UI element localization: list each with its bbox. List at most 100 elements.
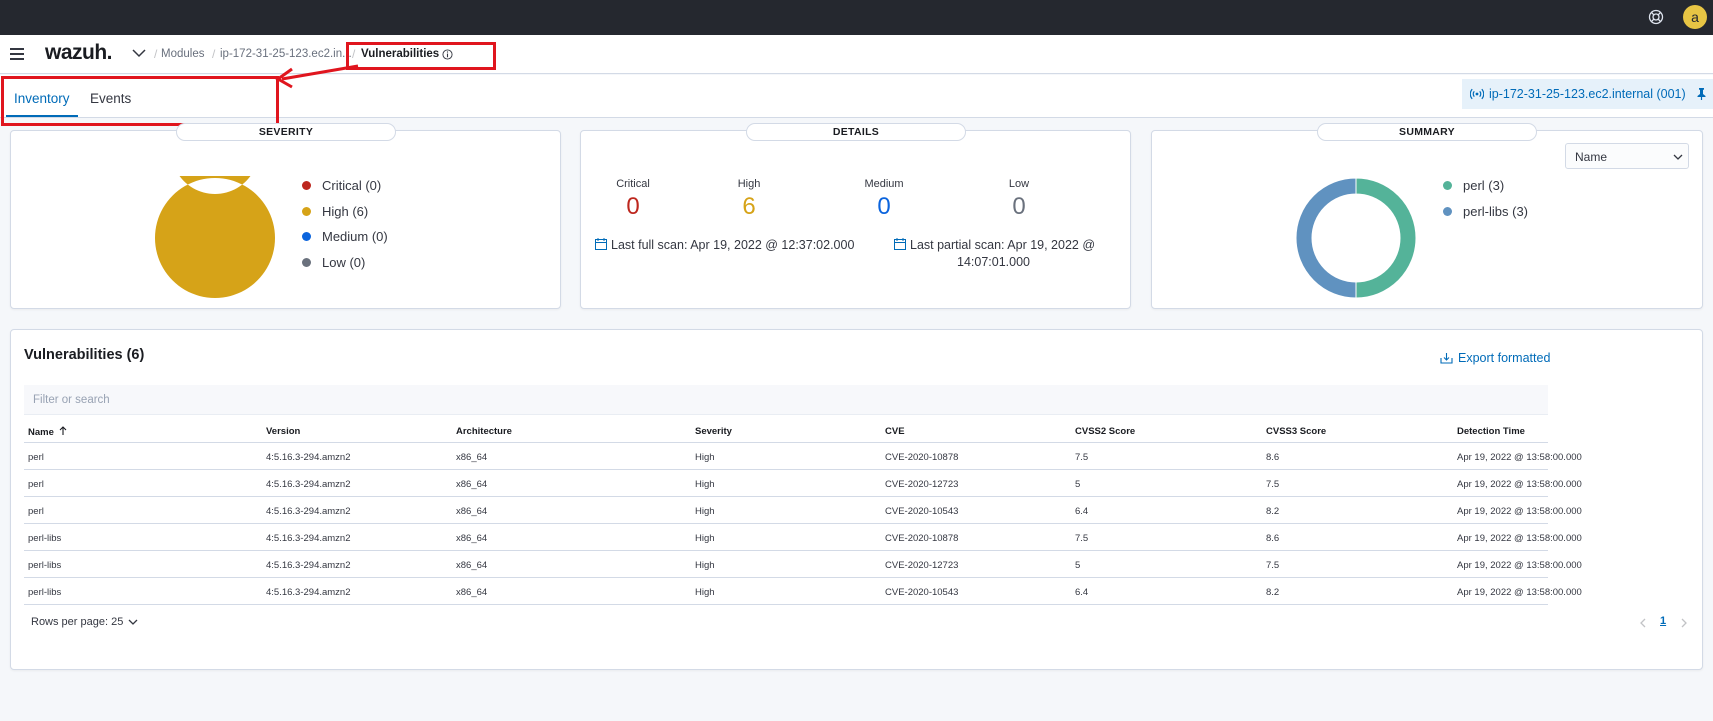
app-header: wazuh. / Modules / ip-172-31-25-123.ec2.… <box>0 35 1713 74</box>
cell-cvss2-score: 7.5 <box>1075 452 1089 463</box>
cell-cve: CVE-2020-12723 <box>885 479 959 490</box>
cell-cvss2-score: 5 <box>1075 560 1081 571</box>
last-partial-scan-time: 14:07:01.000 <box>957 255 1030 269</box>
search-placeholder: Filter or search <box>33 394 110 406</box>
column-header-version[interactable]: Version <box>266 426 300 437</box>
cell-cve: CVE-2020-10878 <box>885 533 959 544</box>
summary-donut-chart <box>1295 177 1417 299</box>
user-avatar[interactable]: a <box>1683 5 1707 29</box>
column-header-cvss2-score[interactable]: CVSS2 Score <box>1075 426 1135 437</box>
details-low-value: 0 <box>1012 193 1026 220</box>
table-row[interactable]: perl 4:5.16.3-294.amzn2 x86_64 High CVE-2020… <box>24 470 1582 497</box>
cell-version: 4:5.16.3-294.amzn2 <box>266 533 351 544</box>
severity-slice-high[interactable] <box>155 176 275 298</box>
last-partial-scan: Last partial scan: Apr 19, 2022 @ <box>894 238 1095 252</box>
column-header-cvss3-score[interactable]: CVSS3 Score <box>1266 426 1326 437</box>
severity-panel: SEVERITY Critical (0) High (6) Medium (0) L… <box>10 123 561 309</box>
cell-cve: CVE-2020-10543 <box>885 587 959 598</box>
severity-legend-item[interactable]: Critical (0) <box>302 178 381 193</box>
table-row[interactable]: perl 4:5.16.3-294.amzn2 x86_64 High CVE-2020… <box>24 443 1582 470</box>
pin-icon[interactable] <box>1696 88 1707 100</box>
summary-legend-label: perl-libs (3) <box>1463 203 1529 219</box>
chevron-down-icon[interactable] <box>132 48 146 58</box>
cell-architecture: x86_64 <box>456 506 488 517</box>
page-number-current[interactable]: 1 <box>1660 615 1666 627</box>
cell-cve: CVE-2020-10543 <box>885 506 959 517</box>
next-page-icon[interactable] <box>1680 618 1688 628</box>
cell-severity: High <box>695 506 715 517</box>
summary-select-value: Name <box>1575 150 1608 164</box>
details-critical-label: Critical <box>616 178 650 190</box>
column-header-label: Detection Time <box>1457 426 1525 437</box>
summary-slice-perl[interactable] <box>1355 177 1417 299</box>
highlight-box-vulnerabilities <box>346 42 496 70</box>
cell-architecture: x86_64 <box>456 560 488 571</box>
cell-severity: High <box>695 587 715 598</box>
table-row[interactable]: perl-libs 4:5.16.3-294.amzn2 x86_64 High CVE… <box>24 551 1582 578</box>
vulnerabilities-title: Vulnerabilities (6) <box>24 347 145 363</box>
summary-slice-perl-libs[interactable] <box>1295 177 1357 299</box>
help-icon[interactable] <box>1648 9 1664 25</box>
last-full-scan-text: Last full scan: Apr 19, 2022 @ 12:37:02.… <box>611 238 855 252</box>
export-formatted-button[interactable]: Export formatted <box>1440 351 1550 365</box>
search-input[interactable]: Filter or search <box>24 385 1548 415</box>
severity-legend-item[interactable]: Low (0) <box>302 255 365 270</box>
cell-architecture: x86_64 <box>456 587 488 598</box>
details-medium-label: Medium <box>864 178 904 190</box>
column-header-architecture[interactable]: Architecture <box>456 426 512 437</box>
cell-name: perl <box>28 452 44 463</box>
severity-legend-item[interactable]: High (6) <box>302 204 368 219</box>
last-full-scan: Last full scan: Apr 19, 2022 @ 12:37:02.… <box>595 238 854 252</box>
agent-badge[interactable]: ip-172-31-25-123.ec2.internal (001) <box>1462 79 1713 109</box>
cell-cve: CVE-2020-10878 <box>885 452 959 463</box>
breadcrumb-modules[interactable]: Modules <box>161 48 204 60</box>
summary-legend-label: perl (3) <box>1463 178 1505 193</box>
details-medium-value: 0 <box>877 193 891 220</box>
summary-legend-dot <box>1443 206 1452 216</box>
summary-legend-dot <box>1443 181 1452 190</box>
table-row[interactable]: perl-libs 4:5.16.3-294.amzn2 x86_64 High CVE… <box>24 578 1582 605</box>
severity-legend-item[interactable]: Medium (0) <box>302 229 388 244</box>
column-header-label: Name <box>28 427 54 438</box>
breadcrumb-agent[interactable]: ip-172-31-25-123.ec2.in... <box>220 48 352 60</box>
download-icon <box>1440 353 1453 364</box>
column-header-severity[interactable]: Severity <box>695 426 732 437</box>
cell-name: perl-libs <box>28 560 62 571</box>
severity-legend-label: High (6) <box>322 203 369 219</box>
previous-page-icon[interactable] <box>1639 618 1647 628</box>
severity-legend-dot <box>302 181 311 190</box>
cell-version: 4:5.16.3-294.amzn2 <box>266 587 351 598</box>
cell-detection-time: Apr 19, 2022 @ 13:58:00.000 <box>1457 479 1582 490</box>
rows-per-page-button[interactable]: Rows per page: 25 <box>31 616 138 628</box>
agent-label: ip-172-31-25-123.ec2.internal (001) <box>1489 87 1686 101</box>
cell-detection-time: Apr 19, 2022 @ 13:58:00.000 <box>1457 587 1582 598</box>
cell-detection-time: Apr 19, 2022 @ 13:58:00.000 <box>1457 506 1582 517</box>
menu-icon[interactable] <box>10 48 24 60</box>
annotation-arrow <box>275 64 359 89</box>
cell-cvss3-score: 8.2 <box>1266 587 1280 598</box>
cell-detection-time: Apr 19, 2022 @ 13:58:00.000 <box>1457 560 1582 571</box>
wazuh-logo[interactable]: wazuh. <box>45 41 113 65</box>
cell-name: perl-libs <box>28 533 62 544</box>
agent-signal-icon <box>1470 88 1484 100</box>
rows-per-page-label: Rows per page: 25 <box>31 616 124 628</box>
cell-name: perl <box>28 479 44 490</box>
column-header-label: CVE <box>885 426 905 437</box>
column-header-detection-time[interactable]: Detection Time <box>1457 426 1525 437</box>
summary-field-select[interactable]: Name <box>1565 143 1689 169</box>
table-row[interactable]: perl 4:5.16.3-294.amzn2 x86_64 High CVE-2020… <box>24 497 1582 524</box>
cell-cvss2-score: 6.4 <box>1075 506 1089 517</box>
calendar-icon <box>595 238 607 250</box>
column-header-name[interactable]: Name <box>28 426 68 438</box>
details-critical-value: 0 <box>626 193 640 220</box>
cell-cvss2-score: 5 <box>1075 479 1081 490</box>
summary-legend-item[interactable]: perl-libs (3) <box>1443 204 1528 219</box>
table-row[interactable]: perl-libs 4:5.16.3-294.amzn2 x86_64 High CVE… <box>24 524 1582 551</box>
sort-ascending-icon[interactable] <box>58 426 68 436</box>
cell-name: perl-libs <box>28 587 62 598</box>
details-title: DETAILS <box>746 123 966 141</box>
cell-cvss3-score: 8.2 <box>1266 506 1280 517</box>
column-header-label: Severity <box>695 426 732 437</box>
summary-legend-item[interactable]: perl (3) <box>1443 178 1504 193</box>
column-header-cve[interactable]: CVE <box>885 426 905 437</box>
